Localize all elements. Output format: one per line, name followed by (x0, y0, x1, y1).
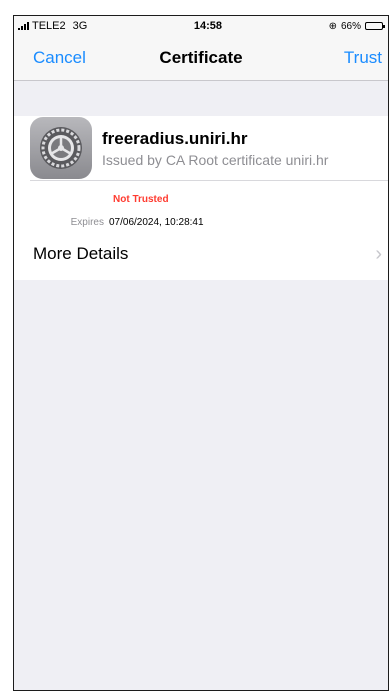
expires-value: 07/06/2024, 10:28:41 (109, 217, 204, 228)
trust-status-label: Not Trusted (113, 194, 169, 205)
orientation-lock-icon: ⊕ (328, 20, 337, 32)
navigation-bar: Cancel Certificate Trust (14, 36, 388, 81)
cancel-button[interactable]: Cancel (33, 48, 86, 68)
more-details-row[interactable]: More Details › (14, 228, 388, 280)
signal-icon (18, 22, 29, 30)
clock: 14:58 (193, 20, 223, 32)
certificate-issuer: Issued by CA Root certificate uniri.hr (102, 151, 329, 168)
trust-button[interactable]: Trust (344, 48, 382, 68)
settings-gear-icon (30, 117, 92, 179)
battery-percent: 66% (340, 20, 361, 32)
status-bar: TELE2 3G 14:58 ⊕ 66% (14, 16, 388, 36)
chevron-right-icon: › (375, 242, 382, 265)
certificate-header: freeradius.uniri.hr Issued by CA Root ce… (14, 116, 388, 180)
more-details-label: More Details (33, 244, 129, 263)
expires-row: Expires 07/06/2024, 10:28:41 (14, 205, 388, 228)
certificate-text: freeradius.uniri.hr Issued by CA Root ce… (102, 129, 328, 168)
certificate-name: freeradius.uniri.hr (102, 128, 248, 148)
certificate-card: freeradius.uniri.hr Issued by CA Root ce… (14, 116, 388, 280)
battery-group: ⊕ 66% (328, 20, 385, 32)
network-type: 3G (72, 20, 88, 32)
carrier-name: TELE2 (32, 20, 66, 32)
expires-label: Expires (70, 217, 104, 228)
carrier-group: TELE2 3G (18, 20, 87, 32)
phone-screen: TELE2 3G 14:58 ⊕ 66% Cancel Certificate … (13, 15, 389, 691)
battery-icon (365, 22, 385, 30)
